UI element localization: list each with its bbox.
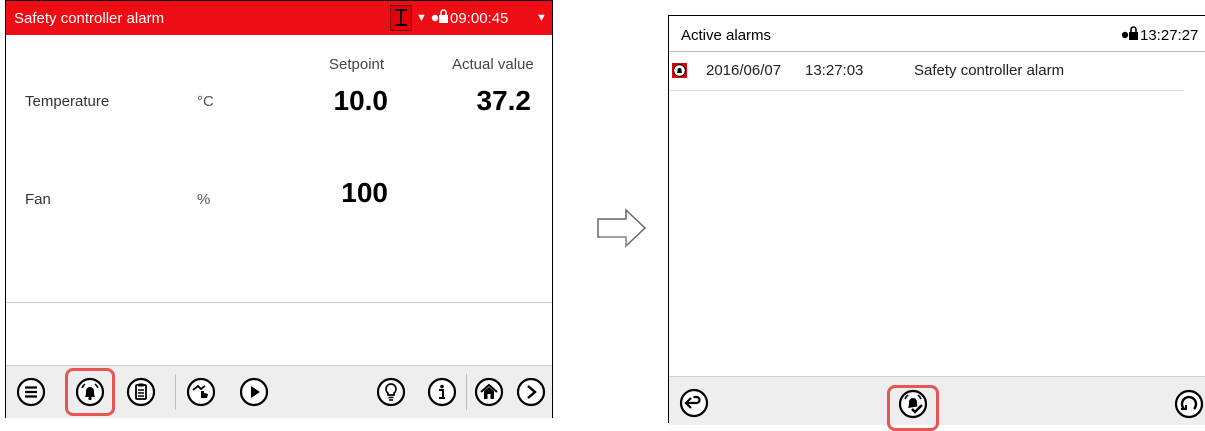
main-toolbar xyxy=(6,365,552,418)
temperature-actual-value: 37.2 xyxy=(476,85,532,116)
page-title: Active alarms xyxy=(681,27,772,44)
alarm-toolbar xyxy=(669,376,1205,431)
alarm-time: 13:27:03 xyxy=(805,62,864,79)
clock-dropdown-icon[interactable]: ▼ xyxy=(536,12,547,24)
fan-setpoint[interactable]: 100 xyxy=(326,177,388,209)
io-status-icon[interactable] xyxy=(390,5,412,31)
temperature-unit: °C xyxy=(197,93,214,110)
toolbar-separator xyxy=(175,374,176,410)
alarm-acknowledge-icon[interactable] xyxy=(896,387,930,421)
divider-line xyxy=(6,302,552,303)
play-icon[interactable] xyxy=(237,375,271,409)
next-icon[interactable] xyxy=(514,375,548,409)
fan-label: Fan xyxy=(25,191,51,208)
back-icon[interactable] xyxy=(677,386,711,420)
io-dropdown-icon[interactable]: ▼ xyxy=(416,12,427,24)
light-bulb-icon[interactable] xyxy=(374,375,408,409)
actual-value-column-header: Actual value xyxy=(452,56,534,73)
temperature-setpoint[interactable]: 10.0 xyxy=(326,85,389,117)
temperature-label: Temperature xyxy=(25,93,110,110)
active-alarms-screen: Active alarms 13:27:27 2016/06/07 13:27:… xyxy=(668,15,1205,431)
toolbar-separator xyxy=(466,374,467,410)
refresh-icon[interactable] xyxy=(1172,387,1205,421)
transition-arrow-icon xyxy=(597,208,647,253)
active-alarms-header: Active alarms 13:27:27 xyxy=(669,16,1205,52)
alarm-date: 2016/06/07 xyxy=(706,62,782,79)
user-lock-icon[interactable] xyxy=(431,9,449,30)
fan-unit: % xyxy=(197,191,211,208)
menu-icon[interactable] xyxy=(14,375,48,409)
alarm-bell-icon[interactable] xyxy=(73,375,107,409)
header-clock: 09:00:45 xyxy=(450,10,509,27)
alarm-message: Safety controller alarm xyxy=(914,62,1065,79)
clipboard-icon[interactable] xyxy=(124,375,158,409)
header-clock: 13:27:27 xyxy=(1140,27,1199,44)
main-screen: Safety controller alarm ▼ 09:00:45 ▼ Set… xyxy=(5,0,553,418)
alarm-header-bar: Safety controller alarm ▼ 09:00:45 ▼ xyxy=(6,1,552,35)
setpoint-column-header: Setpoint xyxy=(329,56,385,73)
manual-mode-icon[interactable] xyxy=(184,375,218,409)
user-lock-icon[interactable] xyxy=(1121,26,1139,47)
info-icon[interactable] xyxy=(425,375,459,409)
header-title: Safety controller alarm xyxy=(14,10,165,27)
home-icon[interactable] xyxy=(472,375,506,409)
alarm-list-item[interactable]: 2016/06/07 13:27:03 Safety controller al… xyxy=(669,52,1183,91)
alarm-status-icon xyxy=(672,63,687,78)
